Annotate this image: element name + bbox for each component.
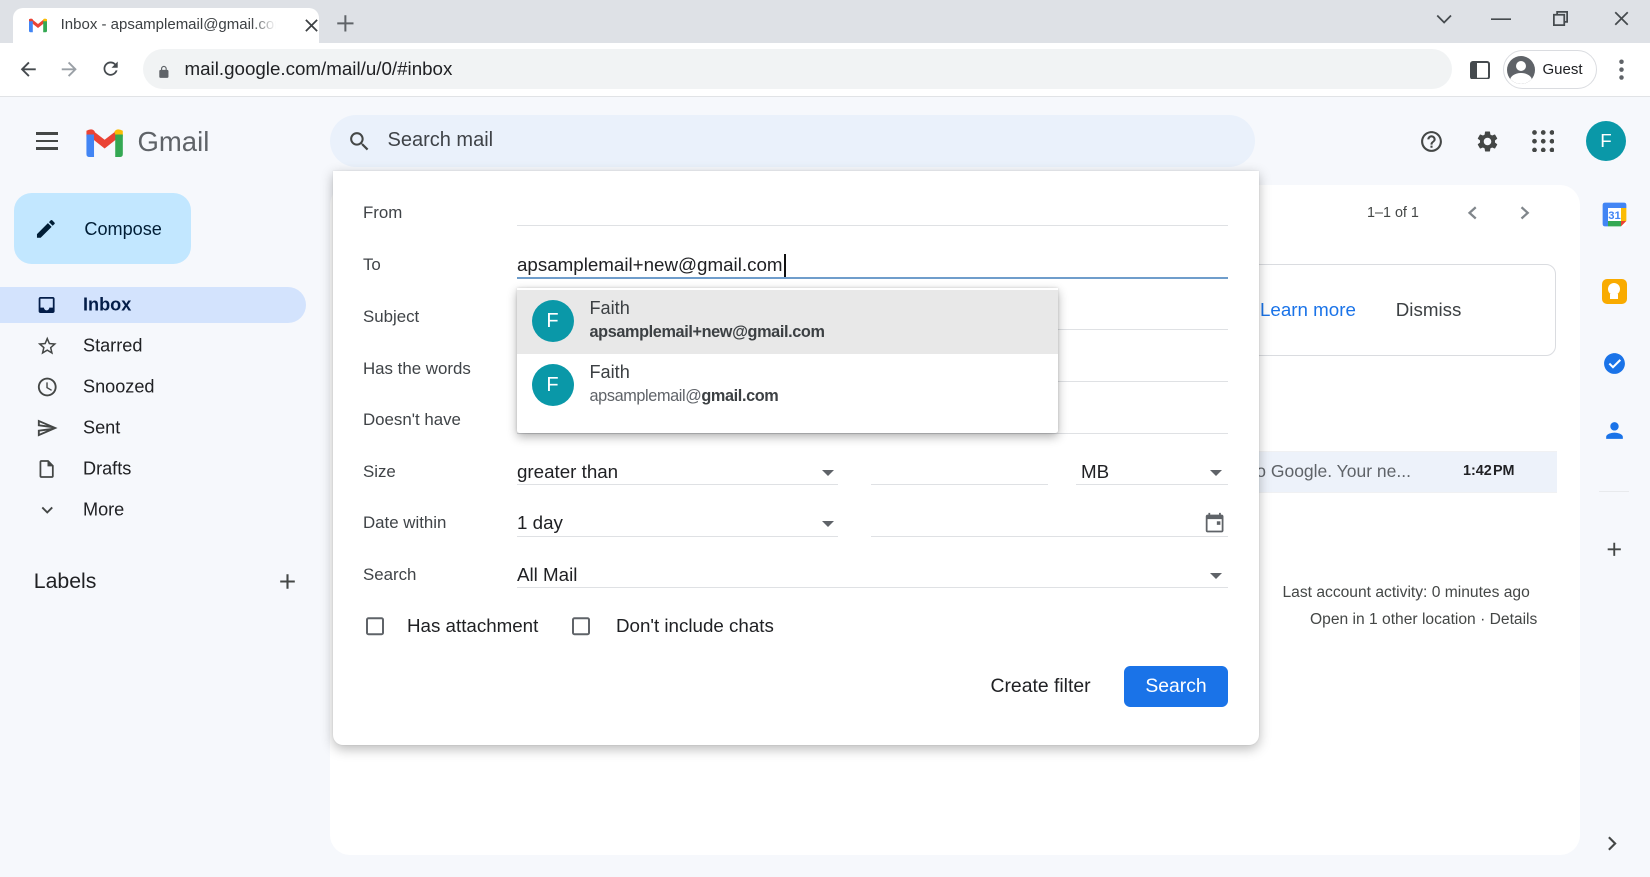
svg-text:31: 31 — [1608, 210, 1621, 222]
